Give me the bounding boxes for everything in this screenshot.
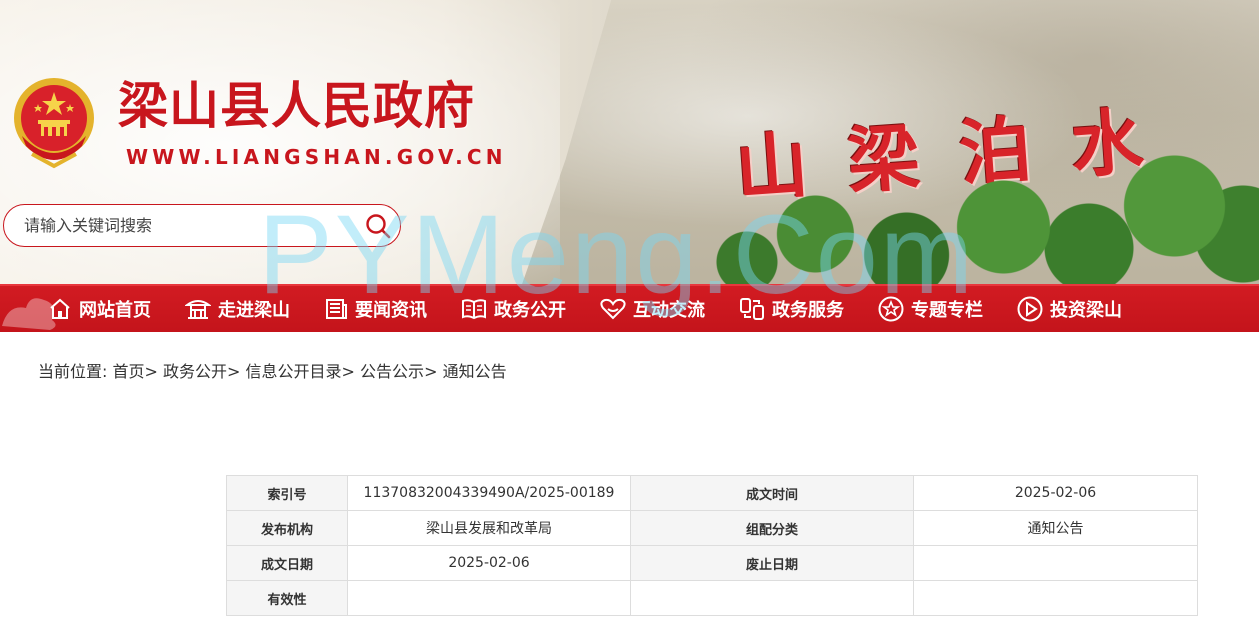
document-meta-table: 索引号 11370832004339490A/2025-00189 成文时间 2… xyxy=(226,475,1198,616)
breadcrumb-link-home[interactable]: 首页 xyxy=(113,362,145,381)
breadcrumb-separator: > xyxy=(144,362,158,381)
meta-value: 梁山县发展和改革局 xyxy=(347,510,631,546)
meta-label: 有效性 xyxy=(226,580,348,616)
service-icon xyxy=(740,298,764,320)
heart-icon xyxy=(600,298,626,320)
pine-trees xyxy=(690,150,1259,290)
meta-label: 成文日期 xyxy=(226,545,348,581)
breadcrumb-link-announcements[interactable]: 公告公示 xyxy=(360,362,424,381)
news-icon xyxy=(326,299,347,319)
breadcrumb-link-catalog[interactable]: 信息公开目录 xyxy=(246,362,342,381)
meta-value: 2025-02-06 xyxy=(913,475,1198,511)
table-row: 索引号 11370832004339490A/2025-00189 成文时间 2… xyxy=(226,475,1198,511)
nav-item-topics[interactable]: 专题专栏 xyxy=(878,286,983,332)
meta-value: 2025-02-06 xyxy=(347,545,631,581)
meta-label: 组配分类 xyxy=(630,510,914,546)
table-row: 有效性 xyxy=(226,580,1198,616)
site-url: WWW.LIANGSHAN.GOV.CN xyxy=(126,145,507,169)
nav-item-label: 走进梁山 xyxy=(218,300,290,321)
main-content: 当前位置: 首页> 政务公开> 信息公开目录> 公告公示> 通知公告 索引号 1… xyxy=(0,332,1259,636)
meta-value xyxy=(347,580,631,616)
home-icon xyxy=(50,298,70,319)
breadcrumb-link-gov-open[interactable]: 政务公开 xyxy=(163,362,227,381)
nav-item-label: 专题专栏 xyxy=(911,300,983,321)
nav-item-label: 政务公开 xyxy=(494,300,566,321)
meta-value xyxy=(913,580,1198,616)
nav-item-gov-open[interactable]: 政务公开 xyxy=(461,286,566,332)
meta-label: 成文时间 xyxy=(630,475,914,511)
search-icon xyxy=(366,213,391,238)
book-icon xyxy=(462,299,486,320)
search-input[interactable] xyxy=(4,205,356,246)
breadcrumb: 当前位置: 首页> 政务公开> 信息公开目录> 公告公示> 通知公告 xyxy=(38,358,507,382)
meta-value xyxy=(630,580,914,616)
search-bar xyxy=(3,204,401,247)
breadcrumb-prefix: 当前位置: xyxy=(38,362,108,381)
breadcrumb-separator: > xyxy=(424,362,438,381)
breadcrumb-separator: > xyxy=(227,362,241,381)
nav-item-invest[interactable]: 投资梁山 xyxy=(1017,286,1122,332)
meta-value: 11370832004339490A/2025-00189 xyxy=(347,475,631,511)
pavilion-icon xyxy=(185,300,211,319)
meta-label: 发布机构 xyxy=(226,510,348,546)
search-button[interactable] xyxy=(356,204,400,247)
nav-item-services[interactable]: 政务服务 xyxy=(739,286,844,332)
table-row: 发布机构 梁山县发展和改革局 组配分类 通知公告 xyxy=(226,510,1198,546)
site-title[interactable]: 梁山县人民政府 xyxy=(118,74,475,138)
nav-item-about[interactable]: 走进梁山 xyxy=(185,286,290,332)
main-nav: 网站首页 走进梁山 要闻资讯 政务公开 互动交流 政务服务 专题专栏 投资梁山 xyxy=(0,284,1259,332)
nav-item-label: 互动交流 xyxy=(633,300,705,321)
nav-item-label: 网站首页 xyxy=(79,300,151,321)
nav-item-label: 政务服务 xyxy=(772,300,844,321)
nav-item-interaction[interactable]: 互动交流 xyxy=(600,286,705,332)
table-row: 成文日期 2025-02-06 废止日期 xyxy=(226,545,1198,581)
meta-label: 废止日期 xyxy=(630,545,914,581)
play-icon xyxy=(1017,296,1043,322)
header-banner: 山梁泊水 梁山县人民政府 WWW.LIANGSHAN.GOV.CN xyxy=(0,0,1259,290)
star-icon xyxy=(878,296,904,322)
breadcrumb-separator: > xyxy=(341,362,355,381)
breadcrumb-link-notices[interactable]: 通知公告 xyxy=(443,362,507,381)
nav-item-home[interactable]: 网站首页 xyxy=(48,286,151,332)
nav-item-label: 要闻资讯 xyxy=(355,300,427,321)
meta-value: 通知公告 xyxy=(913,510,1198,546)
meta-label: 索引号 xyxy=(226,475,348,511)
national-emblem-icon xyxy=(14,78,94,169)
nav-item-label: 投资梁山 xyxy=(1050,300,1122,321)
nav-item-news[interactable]: 要闻资讯 xyxy=(324,286,427,332)
meta-value xyxy=(913,545,1198,581)
